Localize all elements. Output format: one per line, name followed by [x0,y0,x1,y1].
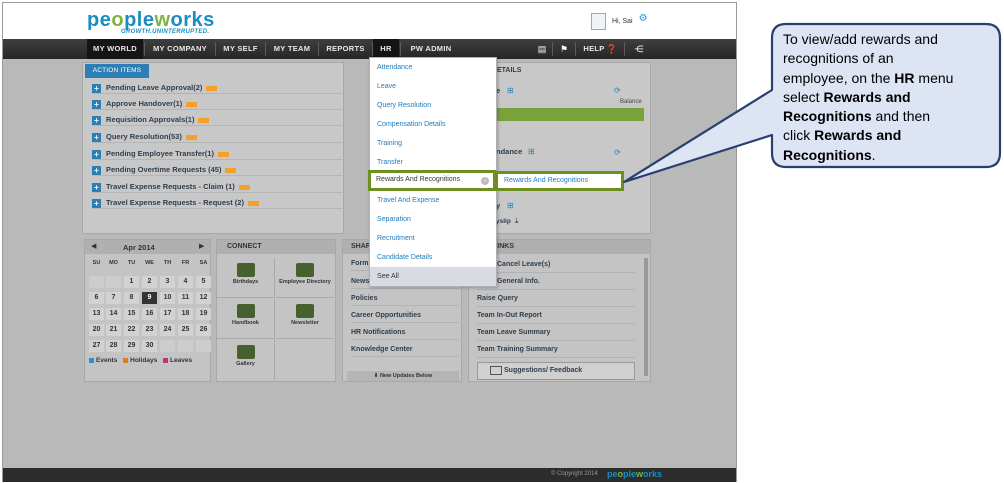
stage: peopleworks GROWTH.UNINTERRUPTED. Hi, Sa… [0,0,1004,483]
callout-text: To view/add rewards and recognitions of … [783,31,954,163]
